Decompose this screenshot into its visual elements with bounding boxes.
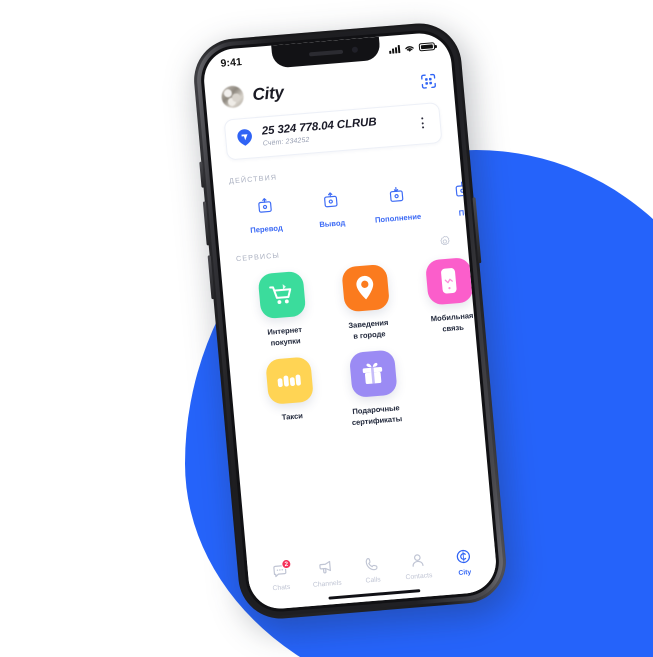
service-label: Подарочные сертификаты (350, 402, 402, 428)
screenshot-stage: 9:41 City 25 324 778.04 CLRUB Счёт: 2342… (0, 0, 653, 657)
withdraw-box-icon (323, 191, 338, 207)
status-time: 9:41 (220, 56, 243, 70)
action-deposit[interactable]: Пополнение (362, 183, 431, 225)
actions-section-title: ДЕЙСТВИЯ (228, 172, 278, 185)
service-label: Такси (281, 410, 303, 423)
avatar[interactable] (220, 85, 245, 109)
tab-label: Chats (272, 583, 291, 593)
gear-icon[interactable] (438, 234, 452, 248)
service-tile (348, 349, 398, 398)
city-coin-icon (455, 548, 472, 565)
service-tile (256, 270, 306, 319)
service-online-shopping[interactable]: Интернет покупки (238, 269, 328, 351)
service-tile (424, 256, 474, 306)
balance-texts: 25 324 778.04 CLRUB Счёт: 234252 (261, 113, 410, 147)
gift-icon (362, 362, 383, 385)
action-label: Пополнение (374, 211, 422, 225)
tab-label: Calls (365, 576, 381, 585)
services-section-title: СЕРВИСЫ (235, 250, 281, 263)
shopping-cart-icon (269, 284, 292, 304)
app-content: City 25 324 778.04 CLRUB Счёт: 234252 ДЕ… (204, 55, 499, 611)
signal-bars-icon (389, 45, 401, 54)
phone-screen: 9:41 City 25 324 778.04 CLRUB Счёт: 2342… (201, 30, 499, 612)
tab-chats[interactable]: 2 Chats (256, 558, 304, 594)
earpiece-speaker (308, 49, 344, 56)
taxi-icon (277, 374, 301, 388)
service-label: Заведения в городе (348, 316, 390, 341)
action-label: Перевод (249, 222, 284, 235)
service-label-line1: Такси (281, 410, 304, 422)
tab-calls[interactable]: Calls (348, 554, 396, 586)
mobile-phone-icon (441, 268, 457, 294)
kebab-menu-icon[interactable] (417, 117, 430, 129)
tab-label: Channels (312, 579, 342, 589)
status-badge: 2 (280, 558, 292, 570)
phone-mockup: 9:41 City 25 324 778.04 CLRUB Счёт: 2342… (190, 20, 517, 636)
service-taxi[interactable]: Такси (245, 354, 335, 436)
status-icons (389, 42, 436, 55)
wifi-icon (405, 45, 414, 52)
tab-channels[interactable]: Channels (302, 558, 350, 590)
service-label: Мобильная связь (430, 309, 474, 334)
app-bar-spacer (293, 82, 411, 92)
services-grid: Интернет покупки Заведения в городе Моби… (238, 253, 499, 447)
tab-label: Contacts (405, 572, 433, 582)
actions-section-header: ДЕЙСТВИЯ (229, 158, 445, 185)
transfer-box-icon (257, 197, 272, 213)
map-pin-icon (356, 275, 374, 300)
page-title: City (251, 82, 285, 105)
action-label: Вывод (318, 217, 346, 229)
service-tile (264, 355, 314, 405)
service-gift-certificates[interactable]: Подарочные сертификаты (329, 347, 419, 429)
service-label-line2: покупки (270, 335, 301, 348)
tab-contacts[interactable]: Contacts (394, 550, 442, 582)
token-coin-icon (237, 129, 252, 146)
qr-scan-icon[interactable] (419, 72, 437, 90)
action-withdraw[interactable]: Вывод (296, 188, 365, 230)
service-label: Интернет покупки (267, 323, 303, 348)
deposit-box-icon (389, 186, 403, 202)
tab-label: City (458, 568, 472, 577)
tab-city[interactable]: City (440, 547, 488, 579)
phone-handset-icon (363, 555, 380, 572)
action-transfer[interactable]: Перевод (231, 193, 300, 235)
battery-icon (418, 42, 436, 52)
service-tile (340, 263, 390, 312)
front-camera-icon (351, 46, 359, 53)
megaphone-icon (317, 559, 334, 576)
actions-row: Перевод Вывод Пополнение По (231, 175, 499, 236)
service-city-places[interactable]: Заведения в городе (321, 262, 411, 344)
chat-bubble-icon: 2 (271, 558, 292, 580)
person-icon (409, 552, 426, 569)
